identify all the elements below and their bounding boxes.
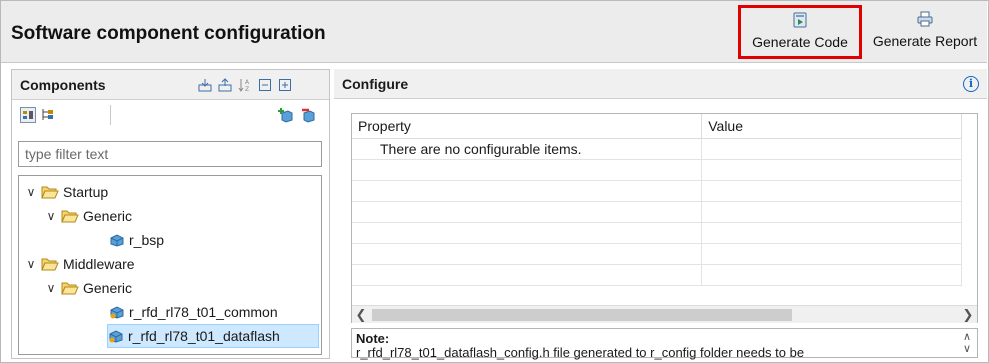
view-toolbar — [12, 101, 329, 129]
tree-node-label: Generic — [83, 280, 133, 296]
note-text: r_rfd_rl78_t01_dataflash_config.h file g… — [356, 345, 805, 360]
scroll-up-icon[interactable]: ∧ — [959, 331, 975, 343]
tree-node-r-rfd-rl78-t01-common[interactable]: r_rfd_rl78_t01_common — [109, 300, 278, 324]
scroll-right-icon[interactable]: ❯ — [959, 306, 977, 324]
configure-title: Configure — [342, 76, 409, 92]
svg-text:Z: Z — [245, 86, 249, 92]
tree-node-label: Startup — [63, 184, 109, 200]
tree-node-label: r_bsp — [129, 232, 165, 248]
folder-open-icon — [41, 258, 59, 271]
scroll-left-icon[interactable]: ❮ — [352, 306, 370, 324]
chevron-down-icon[interactable]: ∨ — [45, 281, 57, 295]
tree-node-r-rfd-rl78-t01-dataflash[interactable]: r_rfd_rl78_t01_dataflash — [107, 324, 319, 348]
expand-all-icon[interactable] — [278, 78, 292, 92]
generate-code-label: Generate Code — [752, 34, 848, 50]
folder-open-icon — [41, 186, 59, 199]
vertical-scrollbar[interactable]: ∧ ∨ — [959, 331, 975, 357]
tree-node-middleware[interactable]: ∨ Middleware — [25, 252, 135, 276]
table-row — [352, 180, 962, 202]
collapse-all-icon[interactable] — [258, 78, 272, 92]
tree-view-icon[interactable] — [40, 107, 56, 123]
tree-node-label: r_rfd_rl78_t01_common — [129, 304, 278, 320]
sort-alpha-icon[interactable]: AZ — [238, 78, 252, 92]
tree-node-label: r_rfd_rl78_t01_dataflash — [128, 328, 280, 344]
table-cell — [701, 138, 962, 160]
table-row: There are no configurable items. — [352, 138, 962, 160]
generate-report-button[interactable]: Generate Report — [863, 7, 987, 59]
generate-code-button[interactable]: Generate Code — [738, 5, 862, 59]
generate-code-icon — [793, 12, 807, 28]
column-header-value[interactable]: Value — [701, 114, 962, 139]
horizontal-scrollbar[interactable]: ❮ ❯ — [352, 305, 977, 323]
table-row — [352, 264, 962, 286]
remove-component-icon[interactable] — [300, 107, 316, 123]
info-icon[interactable]: i — [963, 76, 979, 92]
add-component-icon[interactable] — [278, 107, 294, 123]
note-title: Note: — [356, 331, 390, 346]
configure-panel: Configure i Property Value There are no … — [334, 69, 987, 360]
page-title: Software component configuration — [11, 23, 326, 44]
table-row — [352, 222, 962, 244]
components-panel-header: Components AZ — [12, 70, 329, 100]
chevron-down-icon[interactable]: ∨ — [25, 185, 37, 199]
component-tree: ∨ Startup ∨ Generic r_bsp ∨ Middleware ∨… — [18, 175, 322, 355]
component-icon — [110, 306, 124, 319]
component-filter-input[interactable] — [18, 141, 322, 167]
tree-node-startup[interactable]: ∨ Startup — [25, 180, 109, 204]
generate-report-label: Generate Report — [872, 33, 978, 49]
tree-node-generic[interactable]: ∨ Generic — [45, 204, 132, 228]
chevron-down-icon[interactable]: ∨ — [25, 257, 37, 271]
component-icon — [109, 330, 123, 343]
svg-text:A: A — [245, 79, 250, 86]
configure-panel-header: Configure i — [334, 69, 987, 99]
component-icon — [110, 234, 124, 247]
import-icon[interactable] — [198, 78, 212, 92]
folder-open-icon — [61, 282, 79, 295]
column-header-property[interactable]: Property — [352, 114, 703, 139]
page-header: Software component configuration Generat… — [1, 1, 987, 63]
scrollbar-thumb[interactable] — [372, 309, 792, 321]
property-table: Property Value There are no configurable… — [351, 113, 978, 323]
empty-message: There are no configurable items. — [352, 138, 703, 160]
table-row — [352, 201, 962, 223]
table-row — [352, 159, 962, 181]
toolbar-divider — [110, 105, 111, 125]
tree-node-label: Generic — [83, 208, 133, 224]
tree-node-generic[interactable]: ∨ Generic — [45, 276, 132, 300]
category-view-icon[interactable] — [20, 107, 36, 123]
tree-node-label: Middleware — [63, 256, 135, 272]
note-box: Note: r_rfd_rl78_t01_dataflash_config.h … — [351, 328, 978, 360]
export-icon[interactable] — [218, 78, 232, 92]
scroll-down-icon[interactable]: ∨ — [959, 343, 975, 355]
components-title: Components — [20, 77, 106, 93]
components-panel: Components AZ type filter text ∨ Startup… — [11, 69, 330, 359]
folder-open-icon — [61, 210, 79, 223]
generate-report-icon — [917, 11, 933, 27]
chevron-down-icon[interactable]: ∨ — [45, 209, 57, 223]
table-row — [352, 243, 962, 265]
tree-node-r-bsp[interactable]: r_bsp — [109, 228, 164, 252]
